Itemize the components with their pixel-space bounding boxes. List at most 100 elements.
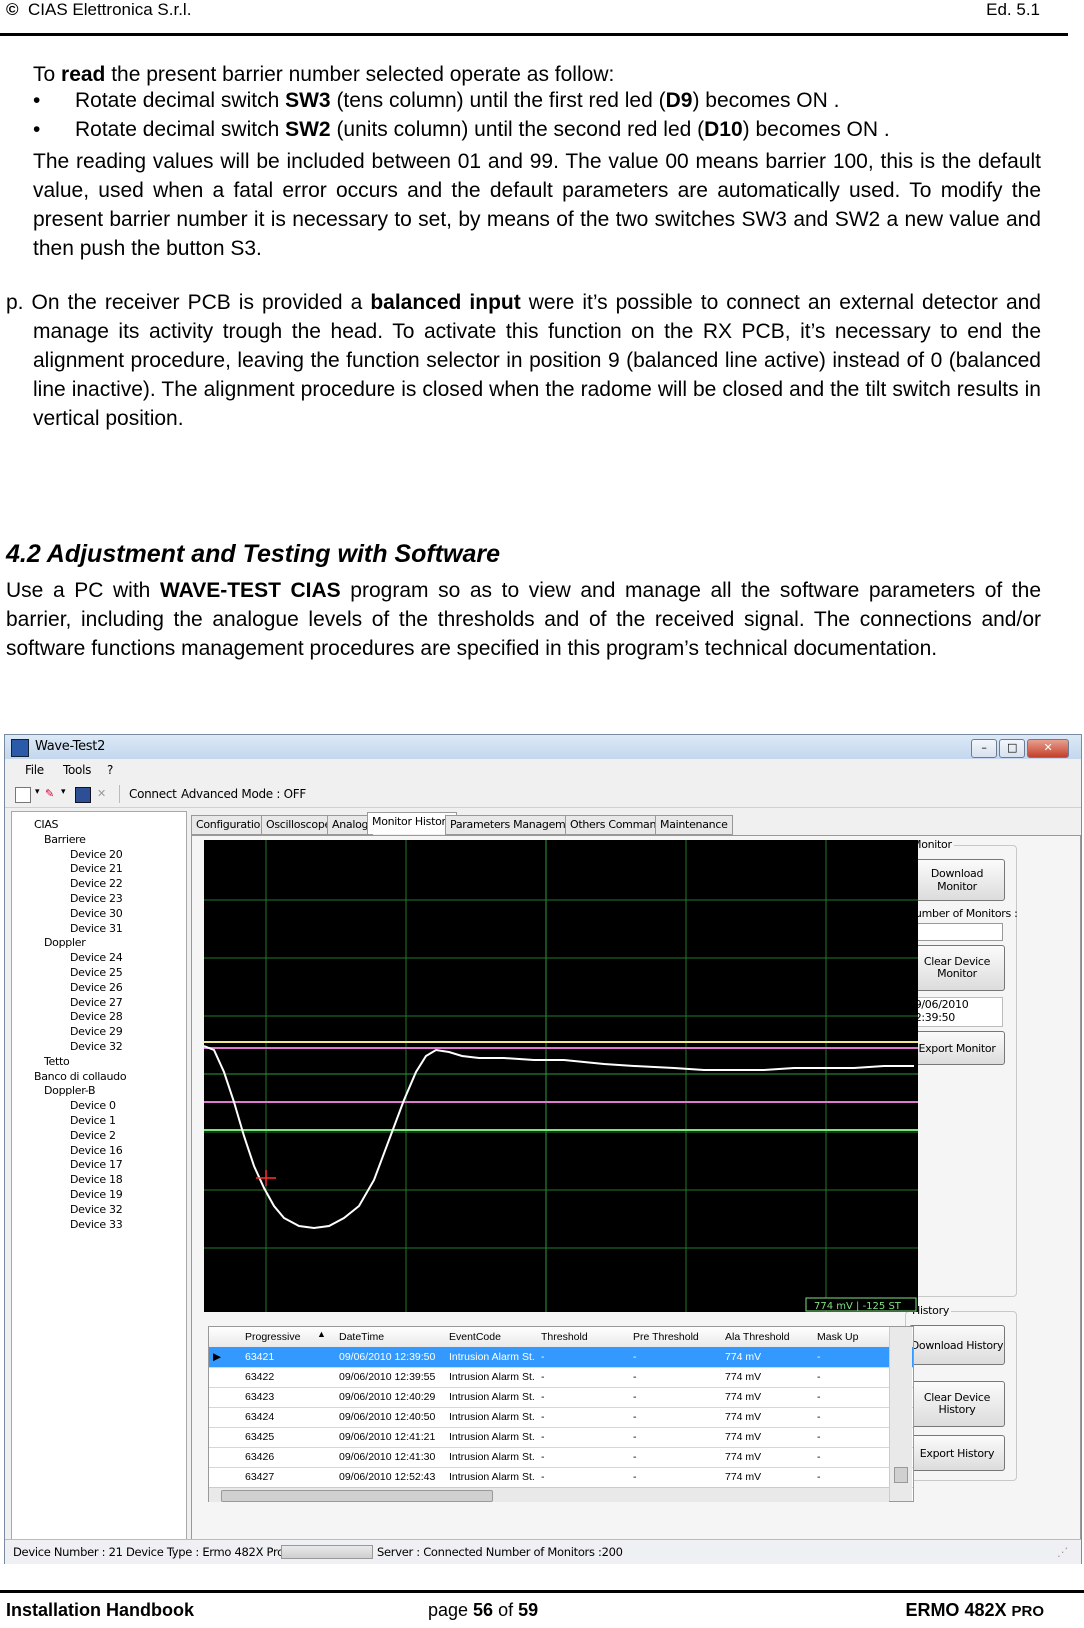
tree-device-item[interactable]: Device 24 [70, 951, 123, 964]
table-cell: - [541, 1351, 545, 1363]
sort-ascending-icon: ▲ [317, 1329, 326, 1339]
table-header: Progressive ▲ DateTime EventCode Thresho… [209, 1327, 913, 1348]
table-row[interactable]: 63427 09/06/2010 12:52:43 Intrusion Alarm … [209, 1467, 913, 1488]
window-titlebar: Wave-Test2 – □ ✕ [5, 735, 1081, 759]
clear-device-history-button[interactable]: Clear Device History [909, 1381, 1005, 1427]
export-history-button[interactable]: Export History [909, 1435, 1005, 1471]
table-cell: 63426 [245, 1451, 275, 1463]
tree-group-barriere[interactable]: Barriere [44, 833, 86, 846]
footer-rule [0, 1590, 1084, 1593]
tree-device-item[interactable]: Device 1 [70, 1114, 116, 1127]
tree-root-cias[interactable]: CIAS [34, 818, 59, 831]
col-datetime[interactable]: DateTime [339, 1331, 384, 1343]
header-company-name: CIAS Elettronica S.r.l. [27, 0, 192, 19]
tree-device-item[interactable]: Device 33 [70, 1218, 123, 1231]
bullet-dot-icon: • [33, 89, 41, 112]
tree-group-tetto[interactable]: Tetto [44, 1055, 70, 1068]
table-row[interactable]: ▶ 63421 09/06/2010 12:39:50 Intrusion Alarm… [209, 1347, 913, 1368]
table-cell: 63425 [245, 1431, 275, 1443]
tree-device-item[interactable]: Device 23 [70, 892, 123, 905]
status-bar: Device Number : 21 Device Type : Ermo 48… [5, 1539, 1081, 1564]
number-of-monitors-field[interactable] [907, 923, 1003, 941]
cursor-marker-icon [256, 1170, 276, 1186]
signal-trace [204, 1045, 914, 1230]
tree-device-item[interactable]: Device 31 [70, 922, 123, 935]
table-cell: - [541, 1391, 545, 1403]
header-company: © CIAS Elettronica S.r.l. [6, 0, 191, 20]
tree-device-item[interactable]: Device 26 [70, 981, 123, 994]
maximize-icon[interactable]: □ [999, 739, 1025, 758]
status-server: Server : Connected Number of Monitors :2… [377, 1545, 623, 1559]
scope-grid [204, 840, 918, 1312]
table-cell: - [817, 1431, 821, 1443]
tab-oscilloscope[interactable]: Oscilloscope [261, 815, 336, 835]
tree-device-item[interactable]: Device 27 [70, 996, 123, 1009]
resize-grip-icon[interactable]: ⋰ [1057, 1545, 1069, 1559]
download-monitor-button[interactable]: Download Monitor [909, 859, 1005, 901]
tree-device-item[interactable]: Device 32 [70, 1040, 123, 1053]
toolbar-separator [119, 785, 120, 803]
menu-help[interactable]: ? [107, 763, 113, 777]
page-header: © CIAS Elettronica S.r.l. Ed. 5.1 [0, 0, 1084, 36]
horizontal-scroll-thumb[interactable] [221, 1490, 493, 1502]
dropdown-arrow-icon[interactable]: ▾ [61, 787, 75, 801]
table-cell: - [541, 1471, 545, 1483]
tab-configuration[interactable]: Configuration [191, 815, 272, 835]
table-row[interactable]: 63426 09/06/2010 12:41:30 Intrusion Alarm … [209, 1447, 913, 1468]
vertical-scrollbar[interactable] [889, 1327, 912, 1501]
clear-device-monitor-button[interactable]: Clear Device Monitor [909, 945, 1005, 991]
table-row[interactable]: 63423 09/06/2010 12:40:29 Intrusion Alarm … [209, 1387, 913, 1408]
tree-device-item[interactable]: Device 28 [70, 1010, 123, 1023]
close-icon[interactable]: ✕ [1027, 739, 1069, 758]
table-row[interactable]: 63422 09/06/2010 12:39:55 Intrusion Alarm … [209, 1367, 913, 1388]
vertical-scroll-thumb[interactable] [894, 1467, 908, 1483]
tab-maintenance[interactable]: Maintenance [655, 815, 733, 835]
tree-root-banco[interactable]: Banco di collaudo [34, 1070, 127, 1083]
tree-device-item[interactable]: Device 25 [70, 966, 123, 979]
tree-device-item[interactable]: Device 17 [70, 1158, 123, 1171]
tree-device-item[interactable]: Device 32 [70, 1203, 123, 1216]
save-icon[interactable] [75, 787, 91, 803]
table-cell: 09/06/2010 12:52:43 [339, 1471, 436, 1483]
col-eventcode[interactable]: EventCode [449, 1331, 501, 1343]
col-mask-up[interactable]: Mask Up [817, 1331, 858, 1343]
header-edition: Ed. 5.1 [986, 0, 1040, 19]
tree-group-doppler[interactable]: Doppler [44, 936, 86, 949]
table-cell: - [817, 1351, 821, 1363]
tree-device-item[interactable]: Device 18 [70, 1173, 123, 1186]
table-row[interactable]: 63425 09/06/2010 12:41:21 Intrusion Alarm … [209, 1427, 913, 1448]
bullet-sw3: • Rotate decimal switch SW3 (tens column… [33, 89, 840, 112]
tools-wrench-icon[interactable]: ✎ [45, 787, 59, 801]
minimize-icon[interactable]: – [971, 739, 997, 758]
tree-device-item[interactable]: Device 29 [70, 1025, 123, 1038]
monitor-time: 12:39:50 [908, 1011, 956, 1024]
delete-icon[interactable]: ✕ [97, 787, 111, 801]
tree-device-item[interactable]: Device 19 [70, 1188, 123, 1201]
table-row[interactable]: 63424 09/06/2010 12:40:50 Intrusion Alarm … [209, 1407, 913, 1428]
col-ala-threshold[interactable]: Ala Threshold [725, 1331, 790, 1343]
tree-device-item[interactable]: Device 0 [70, 1099, 116, 1112]
menu-file[interactable]: File [25, 763, 44, 777]
table-cell: - [541, 1431, 545, 1443]
table-cell: Intrusion Alarm St... [449, 1391, 535, 1403]
new-file-icon[interactable] [15, 787, 31, 803]
tree-device-item[interactable]: Device 16 [70, 1144, 123, 1157]
connect-button[interactable]: Connect [129, 787, 177, 801]
export-monitor-button[interactable]: Export Monitor [909, 1031, 1005, 1065]
download-history-button[interactable]: Download History [909, 1325, 1005, 1365]
horizontal-scrollbar[interactable] [209, 1487, 889, 1502]
tree-device-item[interactable]: Device 20 [70, 848, 123, 861]
tree-device-item[interactable]: Device 21 [70, 862, 123, 875]
footer-product: ERMO 482X PRO [905, 1600, 1044, 1620]
tree-device-item[interactable]: Device 2 [70, 1129, 116, 1142]
app-icon [11, 739, 29, 757]
menu-tools[interactable]: Tools [63, 763, 91, 777]
col-progressive[interactable]: Progressive [245, 1331, 300, 1343]
tree-group-doppler-b[interactable]: Doppler-B [44, 1084, 96, 1097]
col-threshold[interactable]: Threshold [541, 1331, 588, 1343]
footer-handbook: Installation Handbook [6, 1600, 195, 1620]
tab-monitor-history[interactable]: Monitor History [367, 812, 457, 834]
tree-device-item[interactable]: Device 30 [70, 907, 123, 920]
tree-device-item[interactable]: Device 22 [70, 877, 123, 890]
col-pre-threshold[interactable]: Pre Threshold [633, 1331, 699, 1343]
